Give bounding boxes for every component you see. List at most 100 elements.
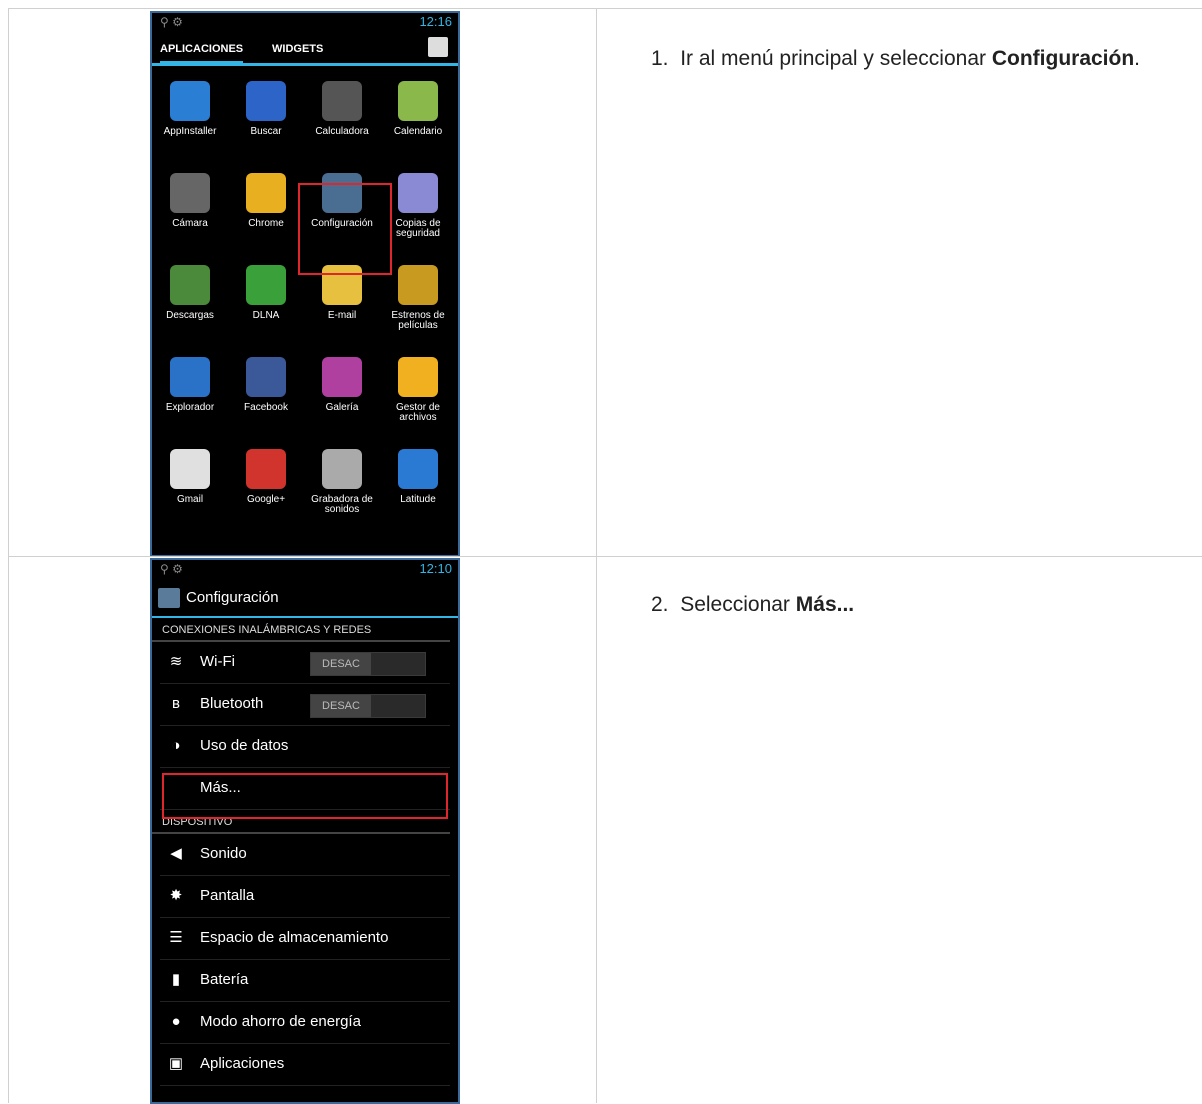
app-item[interactable]: Chrome xyxy=(228,173,304,229)
app-item[interactable]: Calculadora xyxy=(304,81,380,137)
bluetooth-icon: ʙ xyxy=(172,695,180,712)
instruction-table: ⚲ ⚙ 12:16 APLICACIONES WIDGETS AppInstal… xyxy=(8,8,1202,1104)
screenshot-cell: ⚲ ⚙ 12:16 APLICACIONES WIDGETS AppInstal… xyxy=(8,8,597,557)
app-label: Google+ xyxy=(246,494,286,505)
app-item[interactable]: Gestor de archivos xyxy=(380,357,456,423)
app-drawer-screenshot: ⚲ ⚙ 12:16 APLICACIONES WIDGETS AppInstal… xyxy=(150,11,460,557)
status-bar: ⚲ ⚙ 12:10 xyxy=(152,560,458,580)
app-icon xyxy=(170,449,210,489)
app-label: AppInstaller xyxy=(163,126,217,137)
app-item[interactable]: Explorador xyxy=(152,357,228,413)
app-label: Estrenos de películas xyxy=(391,310,445,331)
settings-icon xyxy=(158,588,180,608)
play-store-icon[interactable] xyxy=(428,37,448,57)
settings-item-label: Batería xyxy=(200,971,249,988)
power-saving-icon: ● xyxy=(171,1013,181,1030)
app-item[interactable]: Facebook xyxy=(228,357,304,413)
app-label: Gestor de archivos xyxy=(396,402,440,423)
app-icon xyxy=(322,449,362,489)
app-item[interactable]: AppInstaller xyxy=(152,81,228,137)
status-bar: ⚲ ⚙ 12:16 xyxy=(152,13,458,33)
step-bold: Configuración xyxy=(991,47,1135,70)
app-item[interactable]: Cámara xyxy=(152,173,228,229)
status-time: 12:16 xyxy=(419,14,452,29)
usb-debug-icon: ⚲ ⚙ xyxy=(160,15,183,29)
app-label: E-mail xyxy=(327,310,357,321)
app-item[interactable]: Galería xyxy=(304,357,380,413)
app-icon xyxy=(322,357,362,397)
settings-item[interactable]: ʙ Bluetooth DESAC xyxy=(160,684,450,726)
toggle-label: DESAC xyxy=(311,695,371,717)
tab-aplicaciones[interactable]: APLICACIONES xyxy=(160,43,244,64)
app-icon xyxy=(246,449,286,489)
app-item[interactable]: Gmail xyxy=(152,449,228,505)
wifi-icon: ≋ xyxy=(169,653,183,670)
app-icon xyxy=(398,449,438,489)
settings-item[interactable]: ◑ Uso de datos xyxy=(160,726,450,768)
app-label: Gmail xyxy=(176,494,204,505)
step-bold: Más... xyxy=(795,593,855,616)
settings-item-label: Sonido xyxy=(200,845,247,862)
app-label: Descargas xyxy=(166,310,214,321)
app-label: Calendario xyxy=(393,126,443,137)
app-icon xyxy=(398,265,438,305)
settings-item[interactable]: ◀ Sonido xyxy=(160,834,450,876)
app-label: Buscar xyxy=(250,126,282,137)
step-text: Seleccionar xyxy=(680,593,790,616)
settings-item[interactable]: ≋ Wi-Fi DESAC xyxy=(160,642,450,684)
app-icon xyxy=(398,173,438,213)
settings-item-label: Pantalla xyxy=(200,887,255,904)
app-label: Galería xyxy=(325,402,359,413)
settings-item-label: Espacio de almacenamiento xyxy=(200,929,389,946)
settings-item[interactable]: ▮ Batería xyxy=(160,960,450,1002)
app-icon xyxy=(246,173,286,213)
app-item[interactable]: Google+ xyxy=(228,449,304,505)
settings-item[interactable]: ● Modo ahorro de energía xyxy=(160,1002,450,1044)
sound-icon: ◀ xyxy=(170,845,182,862)
settings-item-label: Aplicaciones xyxy=(200,1055,285,1072)
toggle-switch[interactable]: DESAC xyxy=(310,652,426,676)
app-item[interactable]: Latitude xyxy=(380,449,456,505)
drawer-tabs: APLICACIONES WIDGETS xyxy=(152,33,458,66)
app-icon xyxy=(170,81,210,121)
display-icon: ✸ xyxy=(169,887,183,904)
apps-icon: ▣ xyxy=(168,1055,184,1072)
settings-item-label: Modo ahorro de energía xyxy=(200,1013,361,1030)
settings-title: Configuración xyxy=(186,589,279,606)
status-time: 12:10 xyxy=(419,561,452,576)
tab-widgets[interactable]: WIDGETS xyxy=(272,43,323,55)
toggle-label: DESAC xyxy=(311,653,371,675)
step-number: 2. xyxy=(651,593,669,616)
app-label: Chrome xyxy=(248,218,284,229)
table-row: ⚲ ⚙ 12:10 Configuración CONEXIONES INALÁ… xyxy=(8,556,1202,1104)
step-text: Ir al menú principal y seleccionar xyxy=(680,47,986,70)
settings-item[interactable]: ▣ Aplicaciones xyxy=(160,1044,450,1086)
battery-icon: ▮ xyxy=(171,971,181,988)
step-end: . xyxy=(1134,47,1141,70)
app-item[interactable]: Calendario xyxy=(380,81,456,137)
app-item[interactable]: Grabadora de sonidos xyxy=(304,449,380,515)
settings-item[interactable]: ☰ Espacio de almacenamiento xyxy=(160,918,450,960)
settings-title-bar: Configuración xyxy=(152,580,458,618)
app-icon xyxy=(170,265,210,305)
data-usage-icon: ◑ xyxy=(171,737,181,754)
app-label: Explorador xyxy=(165,402,215,413)
app-item[interactable]: DLNA xyxy=(228,265,304,321)
app-item[interactable]: Buscar xyxy=(228,81,304,137)
storage-icon: ☰ xyxy=(169,929,183,946)
app-label: Latitude xyxy=(400,494,436,505)
instruction-cell xyxy=(597,556,1202,1103)
app-icon xyxy=(322,81,362,121)
settings-item-label: Wi-Fi xyxy=(200,653,235,670)
app-label: Cámara xyxy=(172,218,208,229)
settings-item-label: Bluetooth xyxy=(200,695,264,712)
settings-item[interactable]: ✸ Pantalla xyxy=(160,876,450,918)
step-1-text: 1. Ir al menú principal y seleccionar Co… xyxy=(651,44,1202,74)
toggle-switch[interactable]: DESAC xyxy=(310,694,426,718)
step-2-text: 2. Seleccionar Más... xyxy=(651,590,854,620)
table-row: ⚲ ⚙ 12:16 APLICACIONES WIDGETS AppInstal… xyxy=(8,8,1202,557)
highlight-mas xyxy=(162,773,448,819)
app-item[interactable]: Descargas xyxy=(152,265,228,321)
screenshot-cell: ⚲ ⚙ 12:10 Configuración CONEXIONES INALÁ… xyxy=(8,556,597,1104)
app-icon xyxy=(398,81,438,121)
